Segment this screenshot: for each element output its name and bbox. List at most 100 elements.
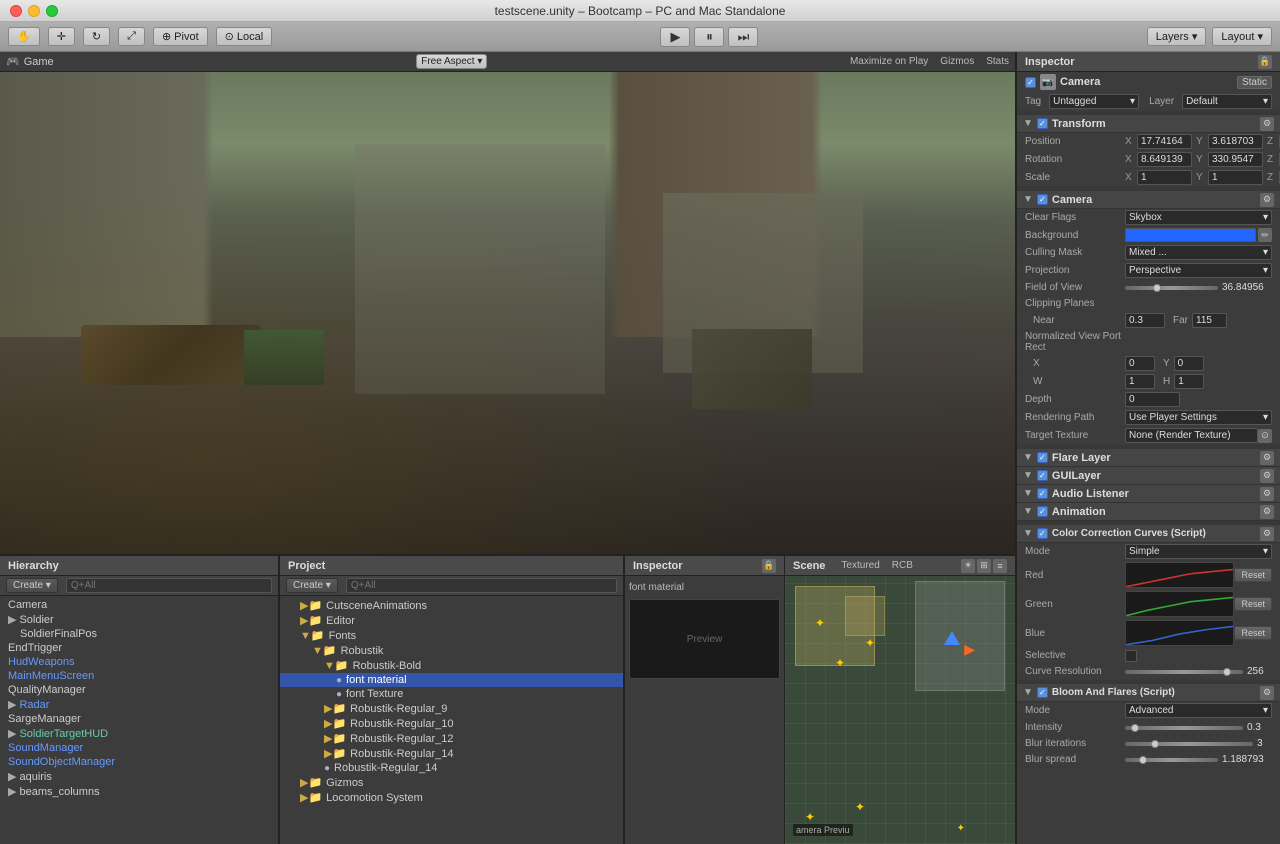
curve-res-slider[interactable] [1125, 670, 1243, 674]
proj-locomotion[interactable]: ▶📁Locomotion System [280, 790, 623, 805]
project-create-btn[interactable]: Create ▾ [286, 578, 338, 593]
vp-y-field[interactable]: 0 [1174, 356, 1204, 371]
vp-h-field[interactable]: 1 [1174, 374, 1204, 389]
proj-robustik-12[interactable]: ▶📁Robustik-Regular_12 [280, 731, 623, 746]
camera-comp-checkbox[interactable]: ✓ [1037, 194, 1048, 205]
maximize-on-play-btn[interactable]: Maximize on Play [850, 56, 928, 67]
aspect-dropdown[interactable]: Free Aspect ▾ [416, 54, 487, 69]
inspector-lock-icon[interactable]: 🔒 [1258, 55, 1272, 69]
cc-mode-dropdown[interactable]: Simple▾ [1125, 544, 1272, 559]
color-picker-icon[interactable]: ✏ [1258, 228, 1272, 242]
near-field[interactable]: 0.3 [1125, 313, 1165, 328]
scale-tool[interactable]: ⤢ [118, 27, 145, 46]
flare-gear-icon[interactable]: ⚙ [1260, 451, 1274, 465]
hier-radar[interactable]: ▶Radar [0, 697, 278, 712]
audio-checkbox[interactable]: ✓ [1037, 488, 1048, 499]
audio-gear-icon[interactable]: ⚙ [1260, 487, 1274, 501]
gui-gear-icon[interactable]: ⚙ [1260, 469, 1274, 483]
hier-soldier[interactable]: ▶Soldier [0, 612, 278, 627]
bloom-checkbox[interactable]: ✓ [1037, 687, 1048, 698]
pivot-button[interactable]: ⊕ Pivot [153, 27, 208, 46]
anim-gear-icon[interactable]: ⚙ [1260, 505, 1274, 519]
proj-robustik-14b[interactable]: ●Robustik-Regular_14 [280, 761, 623, 775]
red-reset-btn[interactable]: Reset [1234, 568, 1272, 582]
minimize-button[interactable] [28, 5, 40, 17]
clear-flags-dropdown[interactable]: Skybox▾ [1125, 210, 1272, 225]
animation-header[interactable]: ▼ ✓ Animation ⚙ [1017, 503, 1280, 521]
target-picker-icon[interactable]: ⊙ [1258, 429, 1272, 443]
static-badge[interactable]: Static [1237, 76, 1272, 89]
fov-slider[interactable] [1125, 286, 1218, 290]
vp-w-field[interactable]: 1 [1125, 374, 1155, 389]
scale-y-field[interactable]: 1 [1208, 170, 1263, 185]
target-dropdown[interactable]: None (Render Texture) [1125, 428, 1258, 443]
gui-checkbox[interactable]: ✓ [1037, 470, 1048, 481]
anim-checkbox[interactable]: ✓ [1037, 506, 1048, 517]
rot-x-field[interactable]: 8.649139 [1137, 152, 1192, 167]
proj-fonts[interactable]: ▼📁Fonts [280, 628, 623, 643]
hierarchy-search[interactable] [66, 578, 272, 593]
hier-aquiris[interactable]: ▶aquiris [0, 769, 278, 784]
hier-hud-weapons[interactable]: HudWeapons [0, 655, 278, 669]
transform-checkbox[interactable]: ✓ [1037, 118, 1048, 129]
layer-dropdown[interactable]: Default▾ [1182, 94, 1272, 109]
transform-header[interactable]: ▼ ✓ Transform ⚙ [1017, 115, 1280, 133]
rendering-dropdown[interactable]: Use Player Settings▾ [1125, 410, 1272, 425]
proj-cutscene[interactable]: ▶📁CutsceneAnimations [280, 598, 623, 613]
hier-quality-mgr[interactable]: QualityManager [0, 683, 278, 697]
far-field[interactable]: 115 [1192, 313, 1227, 328]
pos-y-field[interactable]: 3.618703 [1208, 134, 1263, 149]
curve-res-handle[interactable] [1223, 668, 1231, 676]
project-search[interactable] [346, 578, 617, 593]
hier-end-trigger[interactable]: EndTrigger [0, 641, 278, 655]
close-button[interactable] [10, 5, 22, 17]
hier-camera[interactable]: Camera [0, 598, 278, 612]
bloom-gear-icon[interactable]: ⚙ [1260, 686, 1274, 700]
maximize-button[interactable] [46, 5, 58, 17]
cc-checkbox[interactable]: ✓ [1037, 528, 1048, 539]
move-tool[interactable]: ✛ [48, 27, 75, 46]
window-controls[interactable] [10, 5, 58, 17]
hier-sarge-mgr[interactable]: SargeManager [0, 712, 278, 726]
local-button[interactable]: ⊙ Local [216, 27, 273, 46]
vp-x-field[interactable]: 0 [1125, 356, 1155, 371]
play-button[interactable]: ▶ [660, 27, 690, 47]
blur-iter-slider[interactable] [1125, 742, 1253, 746]
depth-field[interactable]: 0 [1125, 392, 1180, 407]
green-curve-chart[interactable] [1125, 591, 1234, 617]
blur-iter-handle[interactable] [1151, 740, 1159, 748]
intensity-handle[interactable] [1131, 724, 1139, 732]
bloom-header[interactable]: ▼ ✓ Bloom And Flares (Script) ⚙ [1017, 684, 1280, 702]
hier-soldier-target[interactable]: ▶SoldierTargetHUD [0, 726, 278, 741]
red-curve-chart[interactable] [1125, 562, 1234, 588]
pause-button[interactable]: ⏸ [694, 27, 724, 47]
hier-main-menu[interactable]: MainMenuScreen [0, 669, 278, 683]
camera-gear-icon[interactable]: ⚙ [1260, 193, 1274, 207]
gui-layer-header[interactable]: ▼ ✓ GUILayer ⚙ [1017, 467, 1280, 485]
blur-spread-slider[interactable] [1125, 758, 1218, 762]
lock-icon[interactable]: 🔒 [762, 559, 776, 573]
blue-reset-btn[interactable]: Reset [1234, 626, 1272, 640]
selective-checkbox[interactable] [1125, 650, 1137, 662]
blur-spread-handle[interactable] [1139, 756, 1147, 764]
hier-soldier-final-pos[interactable]: SoldierFinalPos [0, 627, 278, 641]
proj-robustik-14a[interactable]: ▶📁Robustik-Regular_14 [280, 746, 623, 761]
cc-gear-icon[interactable]: ⚙ [1260, 527, 1274, 541]
hier-sound-obj[interactable]: SoundObjectManager [0, 755, 278, 769]
proj-font-texture[interactable]: ●font Texture [280, 687, 623, 701]
audio-listener-header[interactable]: ▼ ✓ Audio Listener ⚙ [1017, 485, 1280, 503]
tag-dropdown[interactable]: Untagged▾ [1049, 94, 1139, 109]
hier-beams[interactable]: ▶beams_columns [0, 784, 278, 799]
proj-robustik-bold[interactable]: ▼📁Robustik-Bold [280, 658, 623, 673]
hand-tool[interactable]: ✋ [8, 27, 40, 46]
background-color[interactable] [1125, 228, 1256, 242]
camera-enabled-checkbox[interactable]: ✓ [1025, 77, 1036, 88]
layout-dropdown[interactable]: Layout ▾ [1212, 27, 1272, 46]
culling-mask-dropdown[interactable]: Mixed ...▾ [1125, 245, 1272, 260]
transform-gear-icon[interactable]: ⚙ [1260, 117, 1274, 131]
projection-dropdown[interactable]: Perspective▾ [1125, 263, 1272, 278]
scene-toggle[interactable]: ⊞ [977, 559, 991, 573]
scene-options[interactable]: ≡ [993, 559, 1007, 573]
intensity-slider[interactable] [1125, 726, 1243, 730]
step-button[interactable]: ⏭ [728, 27, 758, 47]
